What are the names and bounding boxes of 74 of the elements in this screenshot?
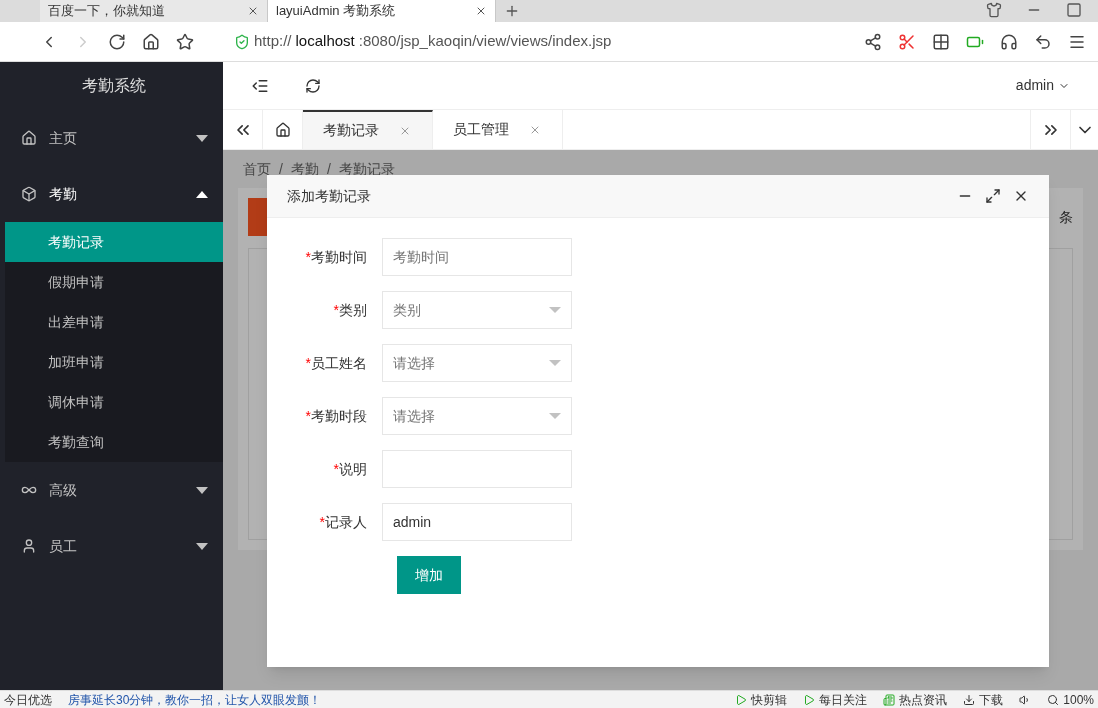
unit-label: 条 bbox=[1059, 207, 1073, 227]
undo-icon[interactable] bbox=[1034, 32, 1052, 51]
user-icon bbox=[21, 538, 37, 554]
share-icon[interactable] bbox=[864, 32, 882, 51]
home-icon bbox=[274, 121, 291, 138]
input-field[interactable]: 考勤时间 bbox=[382, 238, 572, 276]
field-label: *说明 bbox=[332, 459, 368, 479]
close-icon[interactable] bbox=[475, 5, 487, 17]
play-icon bbox=[803, 693, 816, 706]
caret-down-icon bbox=[549, 360, 561, 366]
breadcrumb-separator: / bbox=[326, 159, 331, 179]
field-label: *考勤时间 bbox=[304, 247, 368, 267]
breadcrumb-link[interactable]: 首页 bbox=[243, 158, 271, 180]
shirt-icon[interactable] bbox=[986, 2, 1002, 18]
page-tab[interactable]: 考勤记录 bbox=[303, 110, 433, 149]
nav-subitem[interactable]: 加班申请 bbox=[5, 342, 223, 382]
nav-subitem[interactable]: 考勤记录 bbox=[5, 222, 223, 262]
nav-subitem[interactable]: 考勤查询 bbox=[5, 422, 223, 462]
caret-down-icon bbox=[549, 413, 561, 419]
nav-item[interactable]: 考勤 bbox=[5, 166, 223, 222]
select-field[interactable]: 请选择 bbox=[382, 397, 572, 435]
newspaper-icon bbox=[883, 693, 896, 706]
field-label: *员工姓名 bbox=[304, 353, 368, 373]
tab-title: layuiAdmin 考勤系统 bbox=[276, 2, 396, 21]
headphones-icon[interactable] bbox=[1000, 32, 1018, 51]
zoom-level[interactable]: 100% bbox=[1047, 690, 1094, 708]
download-icon bbox=[963, 693, 976, 706]
field-label: *记录人 bbox=[318, 512, 368, 532]
nav-label: 高级 bbox=[49, 480, 77, 500]
refresh-icon[interactable] bbox=[305, 77, 321, 94]
user-menu[interactable]: admin bbox=[1015, 75, 1070, 96]
address-field[interactable]: http:// localhost :8080/jsp_kaoqin/view/views/index.jsp bbox=[234, 30, 848, 53]
play-icon bbox=[735, 693, 748, 706]
shield-icon bbox=[234, 33, 250, 50]
nav-label: 员工 bbox=[49, 536, 77, 556]
status-item[interactable]: 下载 bbox=[963, 690, 1004, 708]
search-icon bbox=[1047, 693, 1060, 706]
breadcrumb-separator: / bbox=[279, 159, 283, 179]
caret-down-icon bbox=[549, 307, 561, 313]
status-item[interactable]: 快剪辑 bbox=[735, 690, 788, 708]
nav-item[interactable]: 主页 bbox=[5, 110, 223, 166]
apps-icon[interactable] bbox=[932, 32, 950, 51]
status-item[interactable]: 每日关注 bbox=[803, 690, 868, 708]
nav-item[interactable]: 高级 bbox=[5, 462, 223, 518]
select-field[interactable]: 请选择 bbox=[382, 344, 572, 382]
cube-icon bbox=[21, 186, 37, 202]
close-icon[interactable] bbox=[247, 5, 259, 17]
dialog-title: 添加考勤记录 bbox=[287, 186, 371, 206]
home-icon bbox=[21, 130, 37, 146]
reload-icon[interactable] bbox=[108, 32, 126, 51]
news-link[interactable]: 房事延长30分钟，教你一招，让女人双眼发颤！ bbox=[68, 690, 322, 708]
field-label: *考勤时段 bbox=[304, 406, 368, 426]
nav-label: 考勤 bbox=[49, 184, 77, 204]
nav-label: 主页 bbox=[49, 128, 77, 148]
field-label: *类别 bbox=[332, 300, 368, 320]
app-title: 考勤系统 bbox=[81, 76, 147, 96]
bookmark-star-icon[interactable] bbox=[176, 32, 194, 51]
nav-item[interactable]: 员工 bbox=[5, 518, 223, 574]
nav-subitem[interactable]: 假期申请 bbox=[5, 262, 223, 302]
nav-subitem[interactable]: 出差申请 bbox=[5, 302, 223, 342]
add-button[interactable]: 增加 bbox=[397, 556, 461, 594]
scissors-icon[interactable] bbox=[898, 32, 916, 51]
nav-subitem[interactable]: 调休申请 bbox=[5, 382, 223, 422]
input-field[interactable] bbox=[382, 450, 572, 488]
browser-tab[interactable]: layuiAdmin 考勤系统 bbox=[268, 0, 496, 22]
new-tab-icon[interactable] bbox=[504, 3, 520, 19]
home-icon[interactable] bbox=[142, 32, 160, 51]
input-field[interactable]: admin bbox=[382, 503, 572, 541]
select-field[interactable]: 类别 bbox=[382, 291, 572, 329]
tab-title: 百度一下，你就知道 bbox=[48, 2, 165, 21]
status-text[interactable]: 今日优选 bbox=[4, 690, 52, 708]
maximize-icon[interactable] bbox=[985, 188, 1001, 204]
status-item[interactable]: 热点资讯 bbox=[883, 690, 948, 708]
browser-tab[interactable]: 百度一下，你就知道 bbox=[40, 0, 268, 22]
